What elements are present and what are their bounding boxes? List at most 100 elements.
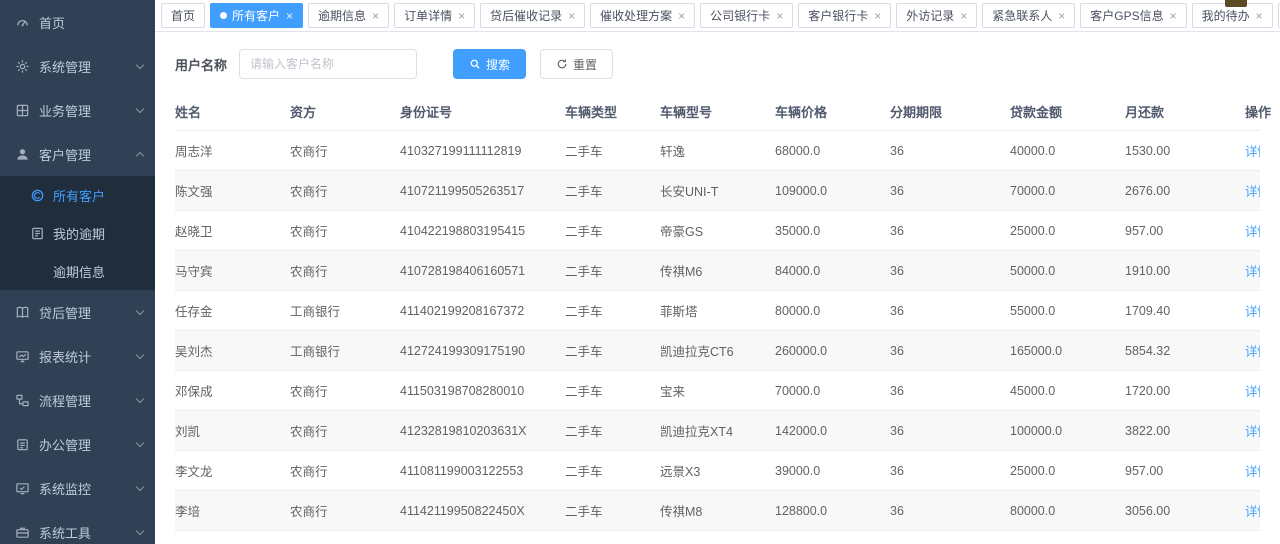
cell-id-card: 411081199003122553 [400, 451, 565, 491]
cell-loan-amount: 100000.0 [1010, 411, 1125, 451]
sidebar-item[interactable]: 流程管理 [0, 378, 155, 422]
close-icon[interactable]: × [1256, 10, 1263, 22]
sidebar-item-label: 贷后管理 [39, 303, 137, 322]
detail-link[interactable]: 详情 [1245, 385, 1260, 399]
sidebar-item[interactable]: 我的逾期 [0, 214, 155, 252]
loan-icon [14, 304, 30, 320]
chevron-icon [136, 60, 144, 68]
table-row: 李培 农商行 41142119950822450X 二手车 传祺M8 12880… [175, 491, 1260, 531]
cell-vehicle-type: 二手车 [565, 131, 660, 171]
tab-label: 外访记录 [906, 7, 954, 24]
cell-id-card: 410721199505263517 [400, 171, 565, 211]
search-button[interactable]: 搜索 [453, 49, 526, 79]
cell-vehicle-model: 轩逸 [660, 131, 775, 171]
sidebar-item[interactable]: 系统工具 [0, 510, 155, 544]
cell-vehicle-price: 142000.0 [775, 411, 890, 451]
cell-vehicle-type: 二手车 [565, 371, 660, 411]
tab-label: 我的待办 [1202, 7, 1250, 24]
detail-link[interactable]: 详情 [1245, 345, 1260, 359]
close-icon[interactable]: × [678, 10, 685, 22]
table-row: 马守宾 农商行 410728198406160571 二手车 传祺M6 8400… [175, 251, 1260, 291]
cell-funder: 工商银行 [290, 331, 400, 371]
search-button-label: 搜索 [486, 56, 510, 73]
sidebar-item[interactable]: 逾期信息 [0, 252, 155, 290]
detail-link[interactable]: 详情 [1245, 265, 1260, 279]
cell-term: 36 [890, 211, 1010, 251]
cell-funder: 农商行 [290, 531, 400, 544]
cell-vehicle-type: 二手车 [565, 291, 660, 331]
close-icon[interactable]: × [372, 10, 379, 22]
detail-link[interactable]: 详情 [1245, 425, 1260, 439]
cell-vehicle-type: 二手车 [565, 171, 660, 211]
detail-link[interactable]: 详情 [1245, 505, 1260, 519]
tab[interactable]: 订单详情 × [394, 3, 475, 28]
sidebar-item[interactable]: 所有客户 [0, 176, 155, 214]
chevron-icon [136, 526, 144, 534]
close-icon[interactable]: × [1170, 10, 1177, 22]
tab[interactable]: 公司银行卡 × [700, 3, 793, 28]
sidebar-item-label: 我的逾期 [53, 224, 143, 243]
sidebar-item[interactable]: 业务管理 [0, 88, 155, 132]
tab[interactable]: 紧急联系人 × [982, 3, 1075, 28]
detail-link[interactable]: 详情 [1245, 305, 1260, 319]
reset-button[interactable]: 重置 [540, 49, 613, 79]
close-icon[interactable]: × [874, 10, 881, 22]
close-icon[interactable]: × [286, 10, 293, 22]
cell-term: 36 [890, 451, 1010, 491]
col-id-card: 身份证号 [400, 93, 565, 131]
search-field-label: 用户名称 [175, 55, 227, 74]
cell-monthly-payment: 3439.00 [1125, 531, 1245, 544]
tab-label: 公司银行卡 [710, 7, 770, 24]
cell-term: 36 [890, 491, 1010, 531]
cell-monthly-payment: 1530.00 [1125, 131, 1245, 171]
cell-loan-amount: 70000.0 [1010, 171, 1125, 211]
close-icon[interactable]: × [776, 10, 783, 22]
active-dot-icon [220, 12, 227, 19]
cell-id-card: 41142119950822450X [400, 491, 565, 531]
close-icon[interactable]: × [1058, 10, 1065, 22]
table-row: 任存金 工商银行 411402199208167372 二手车 菲斯塔 8000… [175, 291, 1260, 331]
sidebar-item-label: 办公管理 [39, 435, 137, 454]
cell-id-card: 411503198708280010 [400, 371, 565, 411]
cell-vehicle-model: 传祺M6 [660, 251, 775, 291]
close-icon[interactable]: × [568, 10, 575, 22]
detail-link[interactable]: 详情 [1245, 145, 1260, 159]
tab[interactable]: 催收处理方案 × [590, 3, 695, 28]
table-row: 刘凯 农商行 41232819810203631X 二手车 凯迪拉克XT4 14… [175, 411, 1260, 451]
table-row: 周志洋 农商行 410327199111112819 二手车 轩逸 68000.… [175, 131, 1260, 171]
sidebar-item-label: 系统工具 [39, 523, 137, 542]
cell-loan-amount: 55000.0 [1010, 291, 1125, 331]
sidebar-item-label: 首页 [39, 13, 143, 32]
col-vehicle-type: 车辆类型 [565, 93, 660, 131]
sidebar-item[interactable]: 报表统计 [0, 334, 155, 378]
sidebar-item[interactable]: 系统监控 [0, 466, 155, 510]
tab[interactable]: 外访记录 × [896, 3, 977, 28]
cell-funder: 农商行 [290, 131, 400, 171]
detail-link[interactable]: 详情 [1245, 185, 1260, 199]
tab[interactable]: 逾期信息 × [308, 3, 389, 28]
sidebar-item[interactable]: 办公管理 [0, 422, 155, 466]
tab[interactable]: 贷后催收记录 × [480, 3, 585, 28]
sidebar-item[interactable]: 客户管理 [0, 132, 155, 176]
close-icon[interactable]: × [458, 10, 465, 22]
detail-link[interactable]: 详情 [1245, 465, 1260, 479]
sidebar-item[interactable]: 系统管理 [0, 44, 155, 88]
table-row: 邓保成 农商行 411503198708280010 二手车 宝来 70000.… [175, 371, 1260, 411]
detail-link[interactable]: 详情 [1245, 225, 1260, 239]
tab[interactable]: 所有客户 × [210, 3, 303, 28]
close-icon[interactable]: × [960, 10, 967, 22]
tab[interactable]: 首页 [161, 3, 205, 28]
tab[interactable]: 客户银行卡 × [798, 3, 891, 28]
cell-id-card: 41152720000215809X [400, 531, 565, 544]
cell-vehicle-type: 二手车 [565, 251, 660, 291]
cell-term: 36 [890, 411, 1010, 451]
tab[interactable]: 客户GPS信息 × [1080, 3, 1186, 28]
customer-name-input[interactable] [239, 49, 417, 79]
tab-label: 客户GPS信息 [1090, 7, 1163, 24]
sidebar-item[interactable]: 首页 [0, 0, 155, 44]
cell-term: 36 [890, 531, 1010, 544]
search-form: 用户名称 搜索 重置 [175, 49, 1260, 79]
cell-loan-amount: 40000.0 [1010, 131, 1125, 171]
sidebar-item[interactable]: 贷后管理 [0, 290, 155, 334]
chevron-icon [136, 394, 144, 402]
